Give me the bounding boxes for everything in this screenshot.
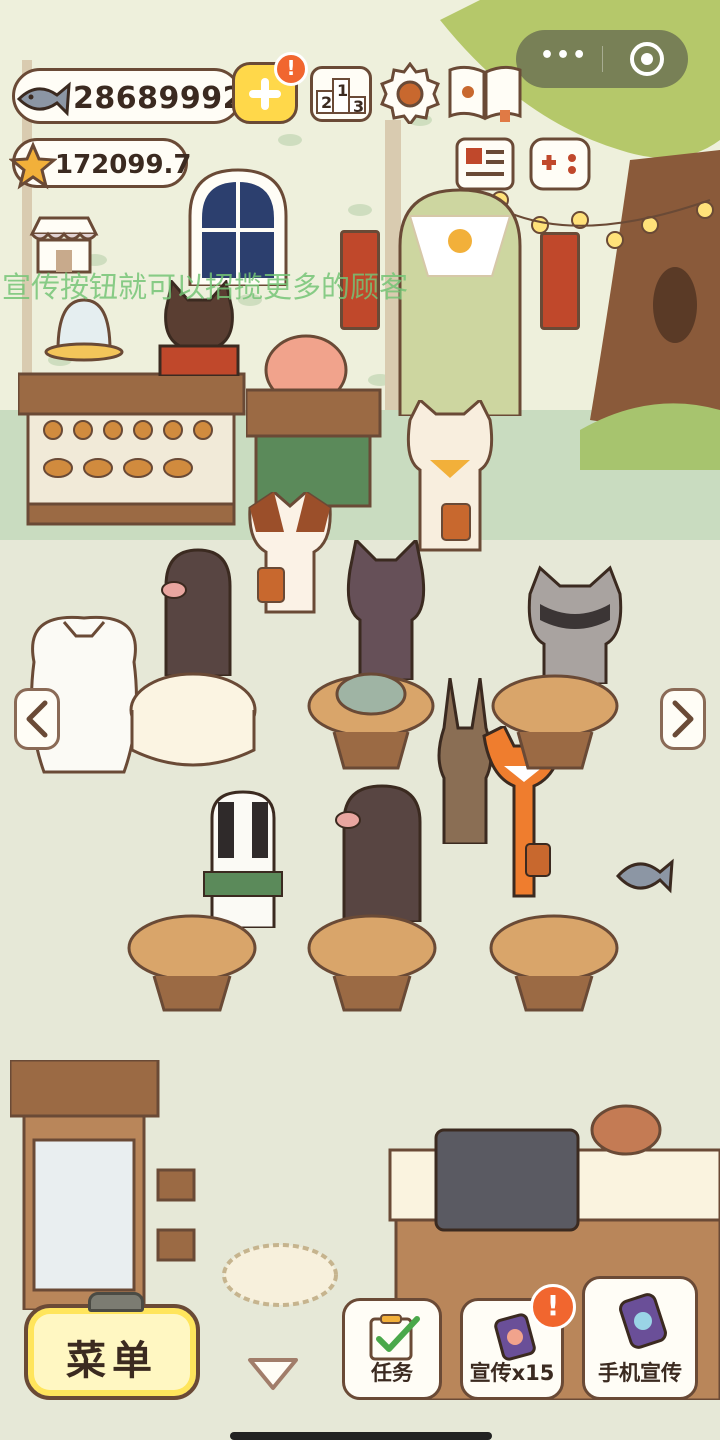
star-count: 172099.7 [55,150,192,180]
game-controller-button[interactable] [528,136,592,192]
customer-wolf [346,540,426,680]
floor-fish-pickup[interactable] [614,850,674,902]
checklist-icon [369,1314,420,1361]
chevron-down-icon [248,1358,298,1390]
table-round-1 [307,672,435,770]
drink-cabinet [10,1060,196,1310]
newspaper-button[interactable] [454,136,516,192]
settings-button[interactable] [380,61,440,127]
promotion-alert-badge: ! [530,1284,576,1330]
rank-2-label: 2 [321,93,333,112]
menu-button-label: 菜单 [66,1338,158,1384]
phone-promotion-button[interactable]: 手机宣传 [582,1276,698,1400]
game-controller-icon [529,137,591,191]
rank-3-label: 3 [353,97,365,116]
table-round-5 [489,914,619,1012]
promotion-flyer-icon [494,1313,536,1361]
phone-promotion-button-label: 手机宣传 [598,1361,682,1385]
customer-badger [203,790,283,928]
star-icon [9,141,57,190]
promotion-hint-text: 宣传按钮就可以招揽更多的顾客 [2,270,409,304]
customer-shiba-dog [406,400,494,552]
chevron-left-icon [26,700,48,738]
capsule-divider [602,46,603,72]
fish-icon [16,81,71,117]
table-round-4 [307,914,437,1012]
fish-currency-counter: 28689992 [12,68,244,124]
scroll-left-button[interactable] [14,688,60,750]
cat-book-icon [448,65,522,122]
phone-promotion-icon [619,1293,667,1349]
add-currency-alert-badge: ! [274,52,308,86]
leaderboard-button[interactable]: 2 1 3 [310,66,372,122]
tasks-button-label: 任务 [371,1361,413,1385]
table-round-2 [491,674,619,770]
tasks-button[interactable]: 任务 [342,1298,442,1400]
menu-button[interactable]: 菜单 [24,1292,200,1400]
customer-raccoon [527,565,623,684]
close-program-icon[interactable] [630,42,664,76]
more-options-icon[interactable]: ••• [540,43,588,68]
chevron-right-icon [672,700,694,738]
home-indicator [230,1432,492,1440]
scroll-right-button[interactable] [660,688,706,750]
cat-book-button[interactable] [446,62,524,122]
red-scroll-right [540,232,580,330]
newspaper-icon [455,137,515,191]
customer-boar-left [161,548,232,676]
mini-program-capsule: ••• [516,30,688,88]
settings-gear-icon [380,61,440,127]
customer-papillon-dog [248,492,332,614]
table-covered [129,672,257,767]
customer-boar-right [335,784,422,922]
star-rating-counter: 172099.7 [9,138,192,190]
scroll-down-button[interactable] [244,1354,302,1394]
clipboard-clip-icon [88,1292,144,1312]
fish-count: 28689992 [73,81,244,116]
game-scene [0,0,720,1440]
floor-cushion [222,1243,338,1307]
table-round-3 [127,914,257,1012]
promotion-button-label: 宣传x15 [469,1361,555,1385]
rank-1-label: 1 [337,81,349,100]
